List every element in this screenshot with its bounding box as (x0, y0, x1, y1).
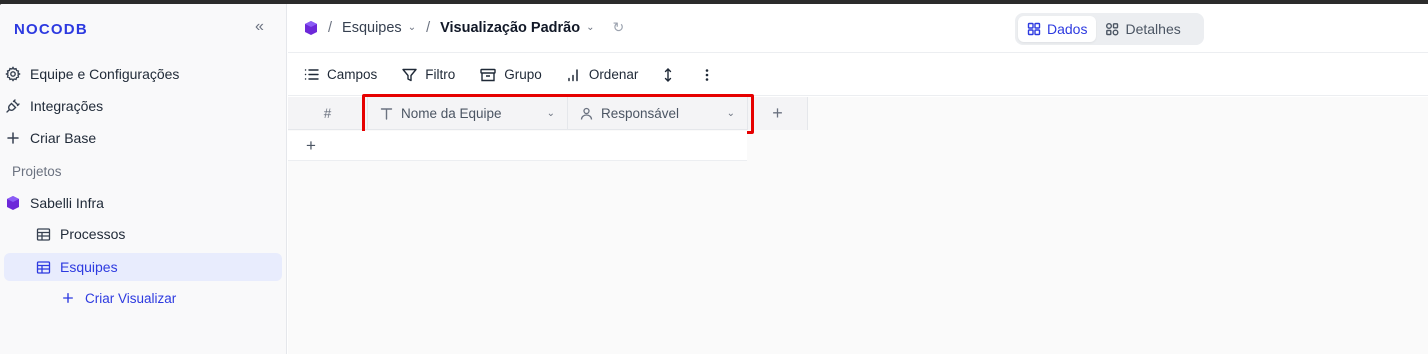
add-row-button[interactable]: + (288, 131, 747, 161)
list-icon (304, 69, 319, 80)
sort-label: Ordenar (588, 67, 639, 82)
more-options-icon[interactable] (705, 68, 717, 82)
plus-icon (59, 289, 77, 307)
tab-label: Dados (1047, 21, 1088, 37)
filter-button[interactable]: Filtro (402, 67, 455, 82)
row-index-header: # (288, 97, 368, 130)
breadcrumb: / Esquipes ⌄ / Visualização Padrão ⌄ ↻ (304, 19, 624, 36)
breadcrumb-separator: / (328, 19, 333, 36)
fields-button[interactable]: Campos (304, 67, 377, 82)
sidebar: NOCODB « Equipe e Configurações Integraç… (0, 4, 287, 354)
projects-section-label: Projetos (12, 164, 62, 179)
grid-icon (1027, 22, 1041, 36)
add-column-button[interactable]: + (748, 97, 808, 130)
sidebar-item-label: Equipe e Configurações (30, 66, 180, 82)
plus-icon (4, 129, 22, 147)
sidebar-item-project[interactable]: Sabelli Infra (4, 189, 282, 217)
sidebar-item-table-esquipes[interactable]: Esquipes (4, 253, 282, 281)
group-icon (480, 68, 496, 81)
plug-icon (4, 97, 22, 115)
fields-label: Campos (327, 67, 378, 82)
sort-button[interactable]: Ordenar (567, 67, 639, 82)
reload-icon[interactable]: ↻ (612, 19, 624, 36)
chevron-down-icon[interactable]: ⌄ (408, 22, 416, 33)
row-height-icon[interactable] (663, 67, 681, 82)
group-label: Grupo (504, 67, 542, 82)
sidebar-item-integrations[interactable]: Integrações (4, 92, 282, 120)
table-icon (34, 225, 52, 243)
create-view-label: Criar Visualizar (85, 290, 177, 306)
column-headers-highlight (362, 94, 754, 134)
base-icon (304, 20, 318, 36)
view-mode-toggle: Dados Detalhes (1015, 13, 1204, 45)
filter-icon (402, 68, 417, 81)
group-button[interactable]: Grupo (480, 67, 542, 82)
sidebar-item-label: Esquipes (60, 259, 118, 275)
sidebar-item-team-settings[interactable]: Equipe e Configurações (4, 60, 282, 88)
filter-label: Filtro (425, 67, 456, 82)
sidebar-item-table-processos[interactable]: Processos (4, 220, 282, 248)
tab-dados[interactable]: Dados (1018, 16, 1097, 42)
app-window: NOCODB « Equipe e Configurações Integraç… (0, 4, 1428, 354)
table-icon (34, 258, 52, 276)
collapse-sidebar-icon[interactable]: « (255, 18, 264, 36)
breadcrumb-view[interactable]: Visualização Padrão (440, 20, 580, 36)
sidebar-item-label: Processos (60, 226, 126, 242)
base-icon (4, 194, 22, 212)
gear-icon (4, 65, 22, 83)
tab-detalhes[interactable]: Detalhes (1096, 16, 1189, 42)
sidebar-item-label: Sabelli Infra (30, 195, 104, 211)
details-icon (1106, 23, 1119, 36)
sidebar-item-label: Integrações (30, 98, 104, 114)
nocodb-logo[interactable]: NOCODB (14, 21, 88, 38)
sidebar-item-label: Criar Base (30, 130, 97, 146)
topbar: / Esquipes ⌄ / Visualização Padrão ⌄ ↻ D… (288, 4, 1428, 53)
create-view-link[interactable]: Criar Visualizar (4, 284, 282, 312)
view-toolbar: Campos Filtro Grupo Ordenar (288, 54, 1428, 96)
sidebar-item-create-base[interactable]: Criar Base (4, 124, 282, 152)
chevron-down-icon[interactable]: ⌄ (586, 22, 594, 33)
sort-icon (568, 68, 578, 81)
breadcrumb-table[interactable]: Esquipes (342, 20, 402, 36)
grid-area: # Nome da Equipe ⌄ Responsável ⌄ + + (288, 94, 1428, 354)
breadcrumb-separator: / (426, 19, 431, 36)
plus-icon: + (306, 135, 316, 155)
tab-label: Detalhes (1125, 21, 1181, 37)
